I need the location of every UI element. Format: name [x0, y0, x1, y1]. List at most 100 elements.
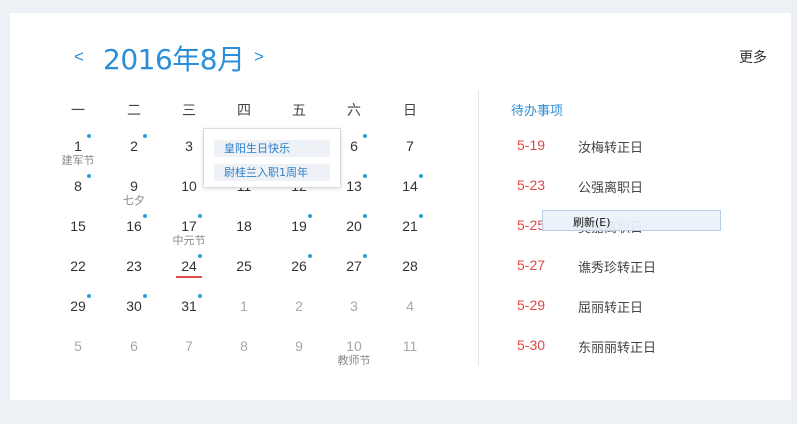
day-number: 21: [402, 218, 418, 234]
event-dot-icon: [308, 254, 312, 258]
day-number: 19: [291, 218, 307, 234]
day-cell[interactable]: 11: [388, 337, 432, 373]
day-number: 15: [70, 218, 86, 234]
day-cell[interactable]: 1: [222, 297, 266, 333]
day-number: 30: [126, 298, 142, 314]
day-cell[interactable]: 27: [332, 254, 376, 293]
event-popup: 皇阳生日快乐 尉桂兰入职1周年: [203, 128, 341, 188]
day-number: 10: [346, 338, 362, 354]
event-dot-icon: [363, 254, 367, 258]
day-cell[interactable]: 18: [222, 217, 266, 253]
context-menu: 刷新(E): [542, 210, 721, 231]
day-number: 4: [406, 298, 414, 314]
day-cell[interactable]: 31: [167, 294, 211, 333]
event-dot-icon: [143, 214, 147, 218]
day-number: 1: [74, 138, 82, 154]
weekday-label: 一: [71, 103, 85, 119]
todo-date: 5-29: [517, 297, 546, 313]
day-number: 20: [346, 218, 362, 234]
day-cell[interactable]: 30: [112, 294, 156, 333]
day-cell[interactable]: 6: [112, 337, 156, 373]
day-cell[interactable]: 2: [277, 297, 321, 333]
weekday-label: 日: [403, 103, 417, 119]
prev-month-button[interactable]: <: [74, 47, 84, 67]
event-dot-icon: [363, 174, 367, 178]
todo-text: 东丽丽转正日: [578, 341, 657, 356]
popup-event-item[interactable]: 皇阳生日快乐: [214, 140, 330, 157]
day-cell[interactable]: 22: [56, 257, 100, 293]
day-cell[interactable]: 9 七夕: [112, 177, 156, 213]
day-cell[interactable]: 15: [56, 217, 100, 253]
context-menu-refresh[interactable]: 刷新(E): [573, 214, 611, 230]
day-cell[interactable]: 19: [277, 214, 321, 253]
event-dot-icon: [198, 214, 202, 218]
more-link[interactable]: 更多: [739, 47, 767, 67]
day-cell[interactable]: 1 建军节: [56, 134, 100, 173]
day-number: 2: [130, 138, 138, 154]
day-cell[interactable]: 4: [388, 297, 432, 333]
day-cell[interactable]: 8: [222, 337, 266, 373]
weekday-label: 三: [182, 103, 196, 119]
todo-date: 5-19: [517, 137, 546, 153]
day-cell[interactable]: 26: [277, 254, 321, 293]
day-festival-note: 教师节: [337, 354, 371, 367]
todo-text: 汝梅转正日: [578, 141, 644, 156]
day-cell[interactable]: 20: [332, 214, 376, 253]
weekday-label: 二: [127, 103, 141, 119]
vertical-divider: [478, 90, 479, 366]
day-cell-today[interactable]: 24: [167, 254, 211, 293]
weekday-label: 五: [292, 103, 306, 119]
day-cell[interactable]: 10 教师节: [332, 337, 376, 373]
weekday-label: 四: [237, 103, 251, 119]
day-cell[interactable]: 25: [222, 257, 266, 293]
day-number: 8: [240, 338, 248, 354]
day-cell[interactable]: 23: [112, 257, 156, 293]
day-cell[interactable]: 2: [112, 134, 156, 173]
day-number: 22: [70, 258, 86, 274]
event-dot-icon: [87, 174, 91, 178]
event-dot-icon: [419, 214, 423, 218]
event-dot-icon: [363, 134, 367, 138]
day-cell[interactable]: 8: [56, 174, 100, 213]
day-number: 2: [295, 298, 303, 314]
day-number: 28: [402, 258, 418, 274]
day-festival-note: 七夕: [123, 194, 145, 207]
day-cell[interactable]: 9: [277, 337, 321, 373]
day-cell[interactable]: 3: [332, 297, 376, 333]
day-cell[interactable]: 5: [56, 337, 100, 373]
day-number: 17: [181, 218, 197, 234]
day-cell[interactable]: 16: [112, 214, 156, 253]
todo-date: 5-23: [517, 177, 546, 193]
day-number: 18: [236, 218, 252, 234]
day-number: 6: [130, 338, 138, 354]
event-dot-icon: [143, 134, 147, 138]
day-number: 1: [240, 298, 248, 314]
day-number: 27: [346, 258, 362, 274]
popup-event-item[interactable]: 尉桂兰入职1周年: [214, 164, 330, 181]
day-festival-note: 中元节: [172, 234, 206, 247]
day-number: 7: [185, 338, 193, 354]
day-cell[interactable]: 21: [388, 214, 432, 253]
day-cell[interactable]: 14: [388, 174, 432, 213]
event-dot-icon: [363, 214, 367, 218]
day-number: 31: [181, 298, 197, 314]
todo-date: 5-25: [517, 217, 546, 233]
day-cell[interactable]: 17 中元节: [167, 214, 211, 253]
todo-date: 5-30: [517, 337, 546, 353]
day-cell[interactable]: 7: [167, 337, 211, 373]
day-cell[interactable]: 7: [388, 137, 432, 173]
day-cell[interactable]: 28: [388, 257, 432, 293]
next-month-button[interactable]: >: [254, 47, 264, 67]
todo-text: 公强离职日: [578, 181, 644, 196]
day-number: 11: [402, 338, 418, 354]
event-dot-icon: [419, 174, 423, 178]
day-festival-note: 建军节: [61, 154, 95, 167]
event-dot-icon: [143, 294, 147, 298]
day-cell[interactable]: 29: [56, 294, 100, 333]
event-dot-icon: [87, 134, 91, 138]
day-number: 7: [406, 138, 414, 154]
todo-header: 待办事项: [511, 104, 564, 119]
today-underline: [176, 276, 202, 278]
day-number: 9: [295, 338, 303, 354]
day-number: 29: [70, 298, 86, 314]
